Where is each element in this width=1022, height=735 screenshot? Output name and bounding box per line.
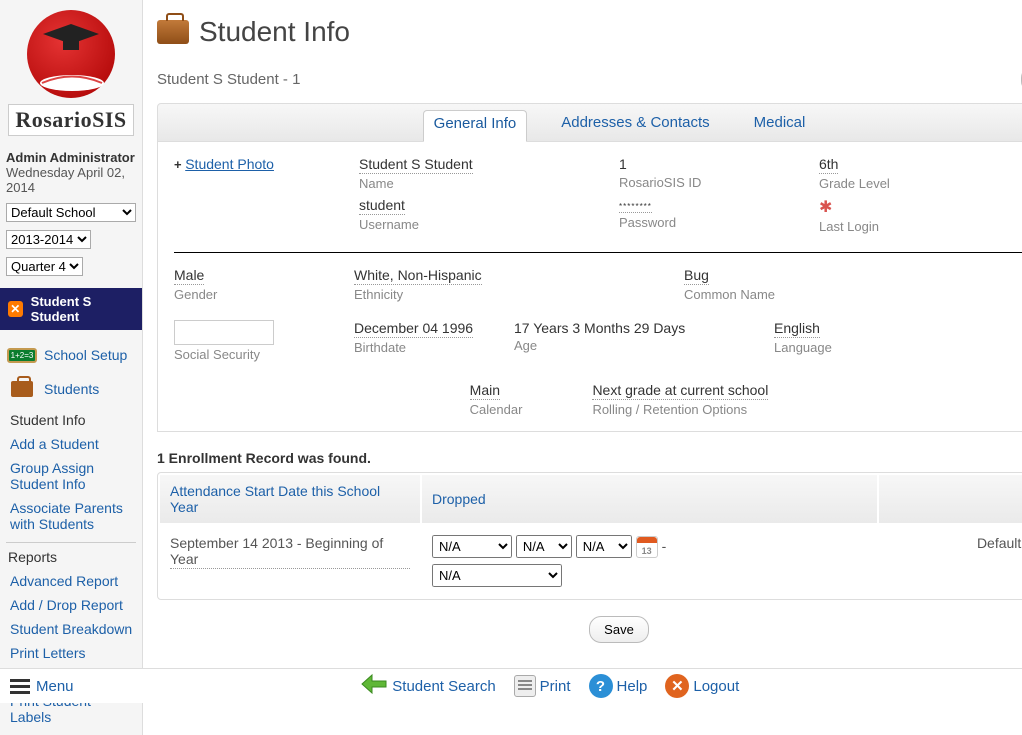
reports-header: Reports [6, 542, 136, 567]
footer: Menu Student Search Print ? Help ✕ Logou… [0, 668, 1022, 703]
last-login-label: Last Login [819, 219, 969, 234]
link-student-breakdown[interactable]: Student Breakdown [10, 617, 136, 641]
nav-students[interactable]: Students [6, 372, 136, 406]
link-add-drop-report[interactable]: Add / Drop Report [10, 593, 136, 617]
link-advanced-report[interactable]: Advanced Report [10, 569, 136, 593]
ethnicity-value[interactable]: White, Non-Hispanic [354, 267, 482, 285]
grade-value[interactable]: 6th [819, 156, 838, 174]
breadcrumb: Student S Student - 1 [157, 71, 300, 88]
ethnicity-label: Ethnicity [354, 287, 654, 302]
selected-student-banner[interactable]: ✕ Student S Student [0, 288, 142, 330]
save-button-bottom[interactable]: Save [589, 616, 649, 643]
calendar-label: Calendar [470, 402, 523, 417]
current-date: Wednesday April 02, 2014 [6, 165, 136, 195]
start-date-value[interactable]: September 14 2013 - Beginning of Year [170, 535, 410, 569]
nav-school-setup[interactable]: 1+2=3 School Setup [6, 338, 136, 372]
age-label: Age [514, 338, 744, 353]
link-add-student[interactable]: Add a Student [10, 432, 136, 456]
link-print-letters[interactable]: Print Letters [10, 641, 136, 665]
language-label: Language [774, 340, 924, 355]
page-title: Student Info [199, 16, 350, 48]
sidebar: RosarioSIS Admin Administrator Wednesday… [0, 0, 143, 735]
link-group-assign[interactable]: Group Assign Student Info [10, 456, 136, 496]
dropped-year-select[interactable]: N/A [576, 535, 632, 558]
print-icon [514, 675, 536, 697]
link-student-info[interactable]: Student Info [10, 408, 136, 432]
user-name: Admin Administrator [6, 150, 136, 165]
col-school[interactable]: School [879, 475, 1022, 523]
tab-medical[interactable]: Medical [744, 110, 816, 135]
close-icon[interactable]: ✕ [8, 301, 23, 317]
col-start-date[interactable]: Attendance Start Date this School Year [160, 475, 420, 523]
help-icon: ? [589, 674, 613, 698]
rolling-value[interactable]: Next grade at current school [592, 382, 768, 400]
name-value[interactable]: Student S Student [359, 156, 473, 174]
grade-label: Grade Level [819, 176, 969, 191]
help-link[interactable]: ? Help [589, 674, 648, 698]
birthdate-label: Birthdate [354, 340, 484, 355]
grad-cap-icon [43, 24, 99, 52]
selected-student-name: Student S Student [31, 294, 134, 324]
school-select[interactable]: Default School [6, 203, 136, 222]
year-select[interactable]: 2013-2014 [6, 230, 91, 249]
print-link[interactable]: Print [514, 675, 571, 697]
bug-icon: ✱ [819, 199, 832, 216]
birthdate-value[interactable]: December 04 1996 [354, 320, 473, 338]
name-label: Name [359, 176, 589, 191]
scroll-icon [37, 72, 107, 94]
dropped-reason-select[interactable]: N/A [432, 564, 562, 587]
main-content: Student Info Student S Student - 1 Save … [143, 0, 1022, 735]
rolling-label: Rolling / Retention Options [592, 402, 768, 417]
logo: RosarioSIS [6, 6, 136, 144]
menu-button[interactable]: Menu [10, 676, 74, 697]
age-value: 17 Years 3 Months 29 Days [514, 320, 685, 336]
tab-general-info[interactable]: General Info [423, 110, 528, 142]
calendar-value[interactable]: Main [470, 382, 500, 400]
gender-label: Gender [174, 287, 324, 302]
tabs: General Info Addresses & Contacts Medica… [157, 103, 1022, 142]
logout-icon: ✕ [665, 674, 689, 698]
password-label: Password [619, 215, 789, 230]
enrollment-header: 1 Enrollment Record was found. [157, 450, 1022, 466]
table-row: September 14 2013 - Beginning of Year N/… [160, 525, 1022, 597]
common-name-value[interactable]: Bug [684, 267, 709, 285]
id-value: 1 [619, 156, 627, 173]
dropped-day-select[interactable]: N/A [516, 535, 572, 558]
back-arrow-icon [360, 673, 388, 699]
password-value[interactable]: ******** [619, 202, 652, 213]
enrollment-table: Attendance Start Date this School Year D… [157, 472, 1022, 600]
hamburger-icon [10, 676, 30, 697]
link-associate-parents[interactable]: Associate Parents with Students [10, 496, 136, 536]
student-search-link[interactable]: Student Search [360, 673, 495, 699]
calendar-icon[interactable] [636, 536, 658, 558]
common-name-label: Common Name [684, 287, 884, 302]
logout-link[interactable]: ✕ Logout [665, 674, 739, 698]
gender-value[interactable]: Male [174, 267, 204, 285]
chalkboard-icon: 1+2=3 [8, 344, 36, 366]
col-dropped[interactable]: Dropped [422, 475, 877, 523]
social-security-input[interactable] [174, 320, 274, 345]
username-label: Username [359, 217, 589, 232]
tab-addresses[interactable]: Addresses & Contacts [551, 110, 719, 135]
social-security-label: Social Security [174, 347, 324, 362]
briefcase-icon [8, 378, 36, 400]
app-name: RosarioSIS [8, 104, 133, 136]
school-value: Default School [879, 525, 1022, 597]
briefcase-icon [157, 20, 189, 44]
username-value[interactable]: student [359, 197, 405, 215]
dropped-month-select[interactable]: N/A [432, 535, 512, 558]
term-select[interactable]: Quarter 4 [6, 257, 83, 276]
id-label: RosarioSIS ID [619, 175, 789, 190]
student-photo-link[interactable]: Student Photo [185, 156, 274, 172]
dash: - [662, 538, 667, 554]
language-value[interactable]: English [774, 320, 820, 338]
